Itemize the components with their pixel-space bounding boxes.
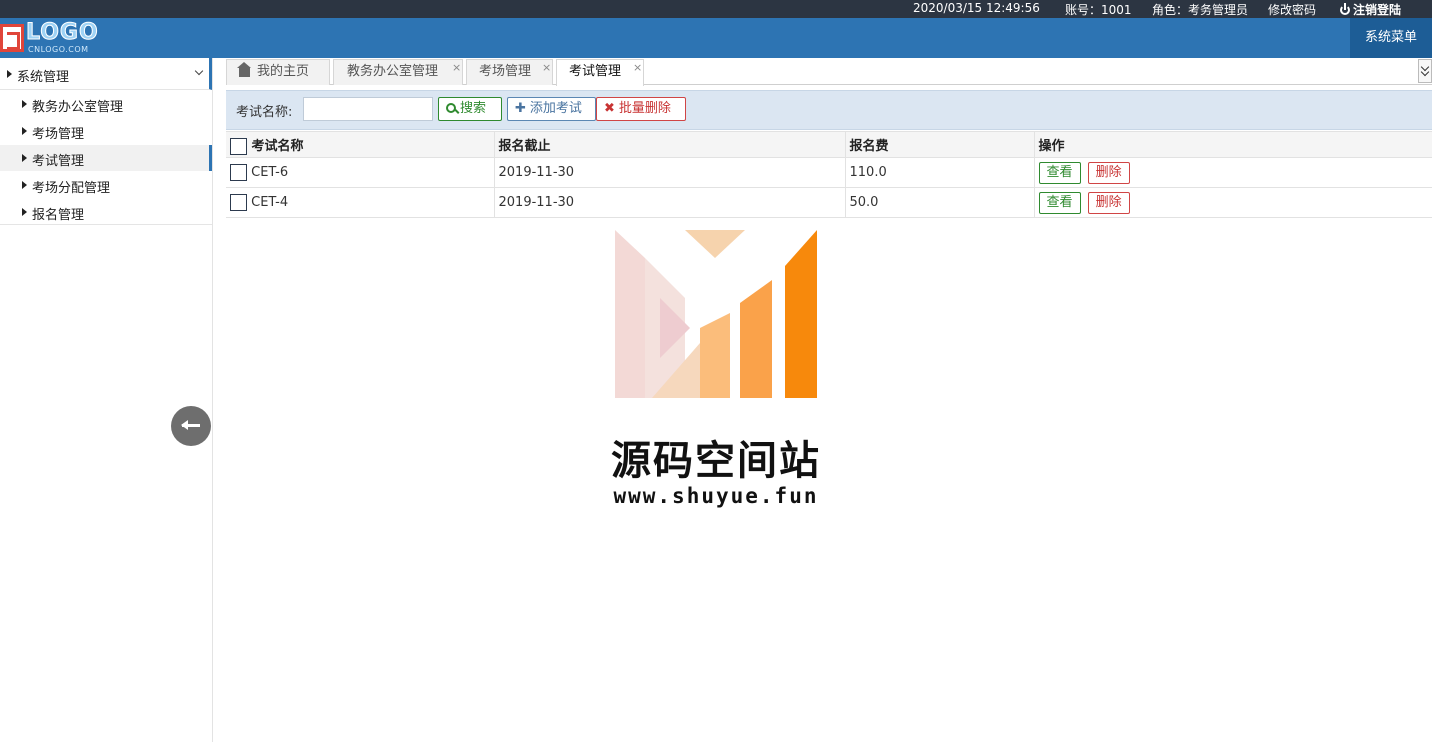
collapse-sidebar-button[interactable] (171, 406, 211, 446)
watermark: 源码空间站 www.shuyue.fun (600, 228, 840, 518)
search-button-label: 搜索 (460, 101, 487, 116)
cell-name: CET-4 (226, 187, 495, 218)
sidebar-group-label: 系统管理 (17, 70, 70, 85)
logo-text: LOGO (26, 20, 99, 45)
table-header-row: 考试名称 报名截止 报名费 操作 (226, 131, 1432, 158)
exam-name: CET-4 (251, 195, 289, 210)
exam-name-input[interactable] (303, 97, 433, 121)
search-icon (446, 103, 456, 113)
logout-label: 注销登陆 (1353, 3, 1402, 17)
chevron-down-icon (1420, 67, 1430, 77)
app-header: LOGO CNLOGO.COM 系统菜单 (0, 18, 1432, 58)
cell-deadline: 2019-11-30 (494, 187, 846, 218)
view-button[interactable]: 查看 (1038, 161, 1081, 184)
sidebar-item-label: 考场管理 (32, 127, 85, 142)
power-icon (1340, 3, 1350, 15)
watermark-logo-icon (615, 230, 817, 398)
caret-right-icon (22, 208, 27, 216)
column-header-actions: 操作 (1034, 131, 1432, 158)
plus-icon: ✚ (515, 101, 526, 116)
sidebar-item-room[interactable]: 考场管理 (0, 118, 212, 144)
top-status-bar: 2020/03/15 12:49:56 账号：1001 角色：考务管理员 修改密… (0, 0, 1432, 18)
close-icon[interactable]: × (633, 56, 642, 80)
caret-right-icon (22, 127, 27, 135)
add-exam-button[interactable]: ✚ 添加考试 (507, 97, 596, 121)
cell-actions: 查看 删除 (1034, 157, 1432, 188)
watermark-title: 源码空间站 (611, 438, 821, 484)
search-button[interactable]: 搜索 (438, 97, 502, 121)
caret-right-icon (22, 181, 27, 189)
home-icon (237, 62, 251, 77)
table-row: CET-4 2019-11-30 50.0 查看 删除 (226, 187, 1432, 218)
account-info: 账号：1001 (1065, 3, 1132, 17)
sidebar-item-label: 考场分配管理 (32, 181, 111, 196)
sidebar-item-exam[interactable]: 考试管理 (0, 145, 212, 171)
chevron-down-icon (194, 66, 204, 76)
row-checkbox[interactable] (230, 164, 247, 181)
sidebar-divider (0, 224, 212, 225)
sidebar-item-registration[interactable]: 报名管理 (0, 199, 212, 225)
exam-table: 考试名称 报名截止 报名费 操作 CET-6 2019-11-30 110.0 … (226, 131, 1432, 218)
close-icon[interactable]: × (452, 56, 461, 80)
add-exam-label: 添加考试 (529, 101, 582, 116)
tab-label: 考场管理 (479, 64, 532, 79)
tab-exam[interactable]: 考试管理 × (556, 59, 644, 86)
sidebar-group-system[interactable]: 系统管理 (0, 58, 212, 90)
tab-office[interactable]: 教务办公室管理 × (333, 59, 463, 85)
datetime: 2020/03/15 12:49:56 (913, 1, 1040, 15)
search-label: 考试名称: (236, 105, 293, 120)
remove-icon: ✖ (604, 101, 615, 116)
row-checkbox[interactable] (230, 194, 247, 211)
logo: LOGO CNLOGO.COM (0, 20, 116, 55)
system-menu-button[interactable]: 系统菜单 (1350, 18, 1432, 58)
logo-subtext: CNLOGO.COM (28, 45, 89, 54)
caret-right-icon (7, 70, 12, 78)
column-header-deadline: 报名截止 (494, 131, 846, 158)
sidebar-item-room-assign[interactable]: 考场分配管理 (0, 172, 212, 198)
logout-link[interactable]: 注销登陆 (1340, 1, 1401, 18)
batch-delete-label: 批量删除 (618, 101, 671, 116)
tab-bar: 我的主页 教务办公室管理 × 考场管理 × 考试管理 × (226, 59, 1432, 86)
column-header-name: 考试名称 (226, 131, 495, 158)
tab-label: 考试管理 (569, 64, 622, 79)
exam-name: CET-6 (251, 165, 289, 180)
tab-overflow-button[interactable] (1418, 59, 1432, 83)
close-icon[interactable]: × (542, 56, 551, 80)
sidebar: 系统管理 教务办公室管理 考场管理 考试管理 考场分配管理 报名管理 (0, 58, 213, 742)
delete-button[interactable]: 删除 (1087, 191, 1130, 214)
tab-room[interactable]: 考场管理 × (466, 59, 553, 85)
cell-name: CET-6 (226, 157, 495, 188)
search-toolbar: 考试名称: 搜索 ✚ 添加考试 ✖ 批量删除 (226, 90, 1432, 130)
role-info: 角色：考务管理员 (1152, 3, 1249, 17)
watermark-url: www.shuyue.fun (613, 484, 819, 508)
cell-fee: 110.0 (845, 157, 1035, 188)
select-all-checkbox[interactable] (230, 137, 247, 155)
arrow-left-icon (181, 420, 200, 430)
tab-home[interactable]: 我的主页 (226, 59, 330, 85)
column-header-fee: 报名费 (845, 131, 1035, 158)
change-password-link[interactable]: 修改密码 (1268, 1, 1316, 18)
tab-label: 我的主页 (257, 64, 310, 79)
cell-actions: 查看 删除 (1034, 187, 1432, 218)
column-label: 考试名称 (251, 138, 304, 154)
table-row: CET-6 2019-11-30 110.0 查看 删除 (226, 157, 1432, 188)
sidebar-item-office[interactable]: 教务办公室管理 (0, 91, 212, 117)
cell-deadline: 2019-11-30 (494, 157, 846, 188)
sidebar-item-label: 报名管理 (32, 208, 85, 223)
caret-right-icon (22, 154, 27, 162)
logo-mark-icon (0, 24, 24, 52)
caret-right-icon (22, 100, 27, 108)
sidebar-item-label: 考试管理 (32, 154, 85, 169)
delete-button[interactable]: 删除 (1087, 161, 1130, 184)
batch-delete-button[interactable]: ✖ 批量删除 (596, 97, 686, 121)
cell-fee: 50.0 (845, 187, 1035, 218)
tab-label: 教务办公室管理 (347, 64, 439, 79)
sidebar-item-label: 教务办公室管理 (32, 100, 124, 115)
view-button[interactable]: 查看 (1038, 191, 1081, 214)
